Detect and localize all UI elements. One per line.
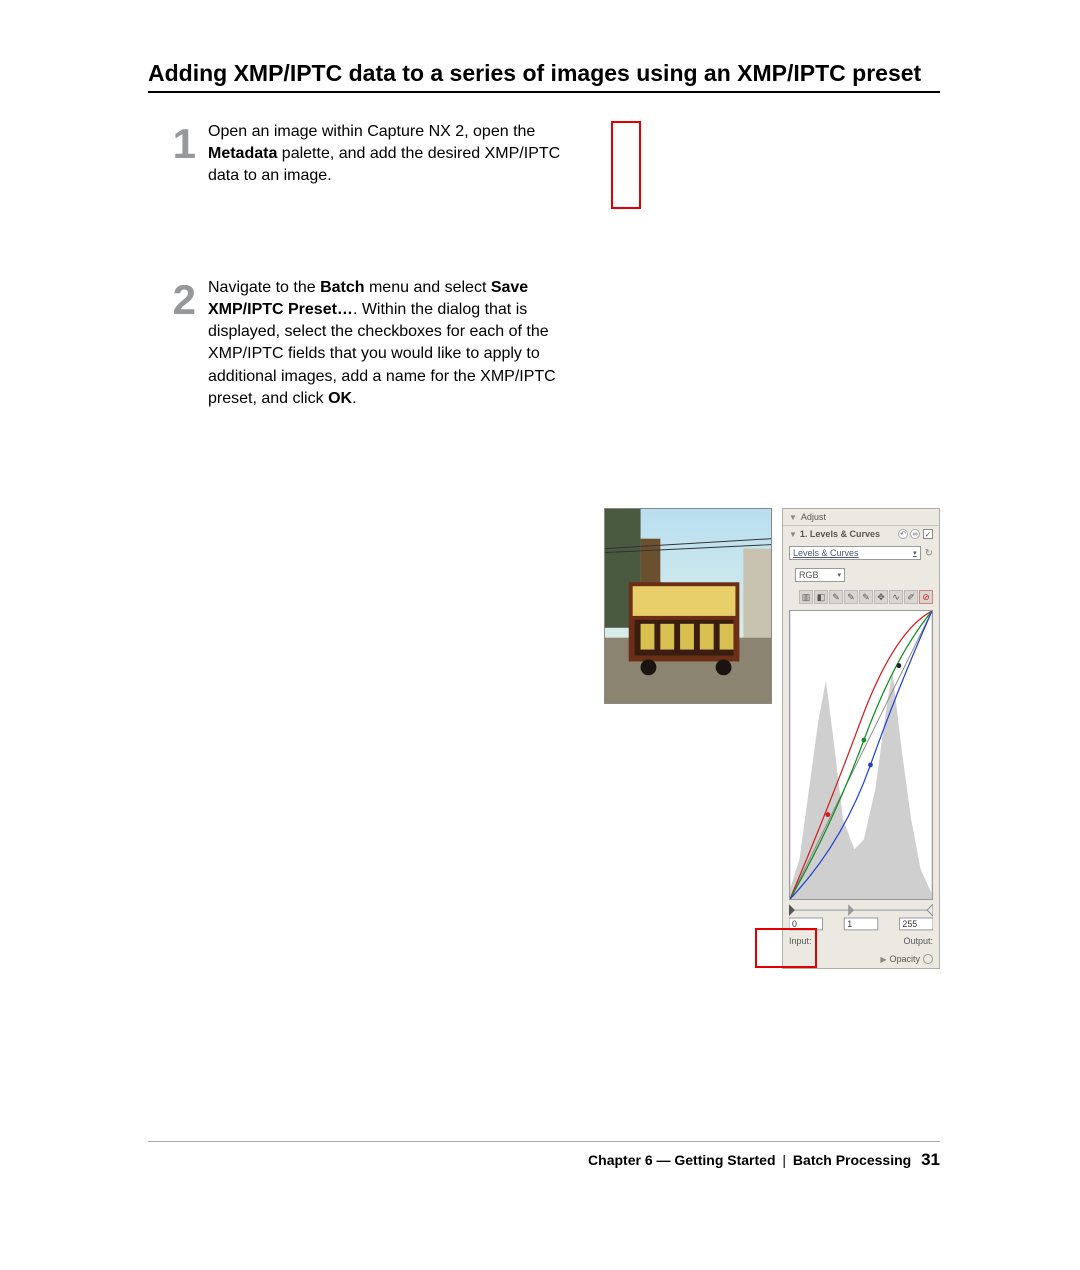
step-1: 1 Open an image within Capture NX 2, ope… bbox=[148, 121, 940, 187]
step-2-bold3: OK bbox=[328, 390, 352, 407]
adjust-panel-header[interactable]: ▼ Adjust bbox=[783, 509, 939, 526]
chevron-down-icon: ▾ bbox=[913, 549, 917, 557]
step-2-number: 2 bbox=[148, 277, 208, 409]
input-slider[interactable]: 0 1 255 bbox=[789, 904, 933, 932]
step-2-text: Navigate to the Batch menu and select Sa… bbox=[208, 277, 573, 409]
channel-select-value: RGB bbox=[799, 570, 819, 580]
step-1-bold: Metadata bbox=[208, 145, 277, 162]
step-2-mid1: menu and select bbox=[365, 279, 491, 296]
disclosure-right-icon[interactable]: ▶ bbox=[880, 955, 886, 964]
footer-section: Batch Processing bbox=[793, 1152, 911, 1168]
black-point-icon[interactable]: ◧ bbox=[814, 590, 828, 604]
input-label: Input: bbox=[789, 936, 812, 946]
pencil-icon[interactable]: ✐ bbox=[904, 590, 918, 604]
input-output-row: Input: Output: bbox=[789, 936, 933, 946]
levels-curves-title: 1. Levels & Curves bbox=[800, 529, 880, 539]
anchor-icon[interactable]: ✥ bbox=[874, 590, 888, 604]
output-label: Output: bbox=[903, 936, 933, 946]
sample-photo bbox=[604, 508, 772, 704]
undo-icon[interactable]: ↶ bbox=[898, 529, 908, 539]
step-2: 2 Navigate to the Batch menu and select … bbox=[148, 277, 940, 409]
levels-curves-item[interactable]: ▼ 1. Levels & Curves ↶ ∞ ✓ bbox=[783, 526, 939, 542]
footer-chapter: Chapter 6 — Getting Started bbox=[588, 1152, 775, 1168]
disclosure-triangle-icon: ▼ bbox=[789, 513, 797, 522]
svg-text:1: 1 bbox=[847, 919, 852, 929]
levels-curves-figure: ▼ Adjust ▼ 1. Levels & Curves ↶ ∞ ✓ Leve… bbox=[604, 508, 944, 704]
reset-icon[interactable]: ↻ bbox=[925, 548, 933, 559]
opacity-label[interactable]: Opacity bbox=[889, 954, 920, 964]
channel-select[interactable]: RGB ▾ bbox=[795, 568, 845, 582]
adjust-label: Adjust bbox=[801, 512, 826, 522]
step-1-text: Open an image within Capture NX 2, open … bbox=[208, 121, 573, 187]
callout-highlight-box bbox=[611, 121, 641, 209]
step-1-number: 1 bbox=[148, 121, 208, 187]
histogram-tool-icon[interactable]: ▥ bbox=[799, 590, 813, 604]
chevron-down-icon: ▾ bbox=[837, 571, 841, 579]
disclosure-triangle-icon: ▼ bbox=[789, 530, 797, 539]
page-number: 31 bbox=[921, 1150, 940, 1169]
adjust-panel: ▼ Adjust ▼ 1. Levels & Curves ↶ ∞ ✓ Leve… bbox=[782, 508, 940, 969]
step-2-post: . bbox=[352, 390, 356, 407]
eyedropper-black-icon[interactable]: ✎ bbox=[829, 590, 843, 604]
eyedropper-gray-icon[interactable]: ✎ bbox=[844, 590, 858, 604]
page-footer: Chapter 6 — Getting Started | Batch Proc… bbox=[148, 1141, 940, 1170]
svg-text:255: 255 bbox=[902, 919, 917, 929]
curves-histogram[interactable] bbox=[789, 610, 933, 900]
step-2-bold1: Batch bbox=[320, 279, 364, 296]
reset-curve-icon[interactable]: ⊘ bbox=[919, 590, 933, 604]
curves-toolbar: ▥ ◧ ✎ ✎ ✎ ✥ ∿ ✐ ⊘ bbox=[783, 586, 939, 608]
enable-checkbox[interactable]: ✓ bbox=[923, 529, 933, 539]
link-icon[interactable]: ∞ bbox=[910, 529, 920, 539]
preset-select-value: Levels & Curves bbox=[793, 548, 859, 558]
trolley-photo-placeholder bbox=[604, 508, 772, 704]
opacity-indicator-icon bbox=[923, 954, 933, 964]
eyedropper-white-icon[interactable]: ✎ bbox=[859, 590, 873, 604]
curve-tool-icon[interactable]: ∿ bbox=[889, 590, 903, 604]
step-2-pre: Navigate to the bbox=[208, 279, 320, 296]
page-title: Adding XMP/IPTC data to a series of imag… bbox=[148, 60, 940, 93]
preset-select[interactable]: Levels & Curves ▾ bbox=[789, 546, 921, 560]
svg-text:0: 0 bbox=[792, 919, 797, 929]
step-1-pre: Open an image within Capture NX 2, open … bbox=[208, 123, 535, 140]
